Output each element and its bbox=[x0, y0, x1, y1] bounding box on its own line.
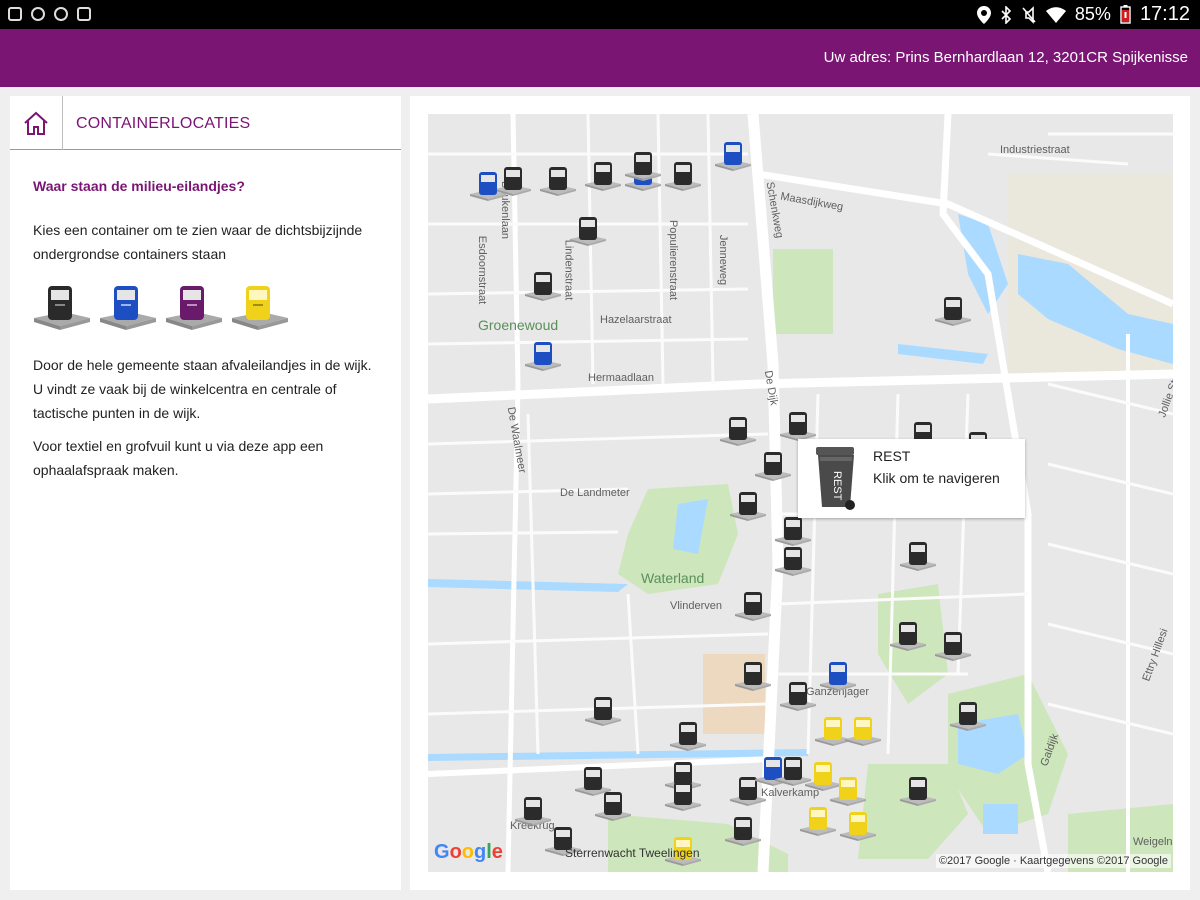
rest-marker-icon[interactable] bbox=[753, 444, 793, 484]
screenshot-icon bbox=[8, 7, 22, 21]
home-icon bbox=[24, 111, 48, 135]
rest-marker-icon[interactable] bbox=[733, 584, 773, 624]
rest-marker-icon[interactable] bbox=[583, 689, 623, 729]
container-type-chooser bbox=[32, 274, 290, 334]
clock: 17:12 bbox=[1139, 3, 1190, 25]
street-label: Hazelaarstraat bbox=[600, 314, 672, 326]
battery-icon bbox=[1120, 5, 1131, 24]
rest-marker-icon[interactable] bbox=[593, 784, 633, 824]
svg-text:REST: REST bbox=[831, 471, 843, 501]
rest-marker-icon[interactable] bbox=[888, 614, 928, 654]
battery-percentage: 85% bbox=[1074, 4, 1111, 24]
app-header: Uw adres: Prins Bernhardlaan 12, 3201CR … bbox=[0, 29, 1200, 87]
street-label: Weigeln bbox=[1133, 836, 1173, 848]
street-label: Hermaadlaan bbox=[588, 372, 655, 384]
mute-icon bbox=[1022, 5, 1036, 24]
rest-marker-icon[interactable] bbox=[933, 289, 973, 329]
map-view[interactable]: Industriestraat Maasdijkweg Schenkweg Po… bbox=[428, 114, 1173, 872]
plastic-container-icon[interactable] bbox=[164, 274, 224, 334]
area-label: Groenewoud bbox=[478, 317, 559, 333]
rest-marker-icon[interactable] bbox=[933, 624, 973, 664]
system-icons: 85% 17:12 bbox=[976, 3, 1190, 26]
textile-text: Voor textiel en grofvuil kunt u via deze… bbox=[33, 438, 324, 478]
user-address: Uw adres: Prins Bernhardlaan 12, 3201CR … bbox=[823, 49, 1188, 66]
glass-container-icon[interactable] bbox=[230, 274, 290, 334]
status-bar: 85% 17:12 bbox=[0, 0, 1200, 29]
paper-marker-icon[interactable] bbox=[468, 164, 508, 204]
rest-marker-icon[interactable] bbox=[733, 654, 773, 694]
google-logo: Google bbox=[434, 841, 503, 863]
bluetooth-icon bbox=[1001, 5, 1012, 24]
street-label: Jenneweg bbox=[717, 234, 730, 286]
infowindow-title: REST bbox=[873, 448, 911, 464]
paper-marker-icon[interactable] bbox=[523, 334, 563, 374]
panel-header: CONTAINERLOCATIES bbox=[10, 96, 401, 150]
map-panel: Industriestraat Maasdijkweg Schenkweg Po… bbox=[410, 96, 1190, 890]
marker-infowindow[interactable]: REST REST Klik om te navigeren bbox=[798, 439, 1025, 518]
section-heading: Waar staan de milieu-eilandjes? bbox=[33, 178, 245, 194]
glass-marker-icon[interactable] bbox=[798, 799, 838, 839]
rest-marker-icon[interactable] bbox=[773, 539, 813, 579]
rest-marker-icon[interactable] bbox=[778, 674, 818, 714]
location-icon bbox=[976, 5, 991, 24]
area-label: Waterland bbox=[641, 570, 705, 586]
page-title: CONTAINERLOCATIES bbox=[76, 115, 251, 132]
glass-marker-icon[interactable] bbox=[843, 709, 883, 749]
rest-bin-icon: REST bbox=[816, 447, 855, 510]
rest-marker-icon[interactable] bbox=[523, 264, 563, 304]
rest-container-icon[interactable] bbox=[32, 274, 92, 334]
rest-marker-icon[interactable] bbox=[898, 534, 938, 574]
gallery-icon bbox=[77, 7, 91, 21]
settings-icon bbox=[54, 7, 68, 21]
rest-marker-icon[interactable] bbox=[538, 159, 578, 199]
street-label: Populierenstraat bbox=[667, 219, 680, 301]
rest-marker-icon[interactable] bbox=[668, 714, 708, 754]
paper-marker-icon[interactable] bbox=[713, 134, 753, 174]
paper-container-icon[interactable] bbox=[98, 274, 158, 334]
glass-marker-icon[interactable] bbox=[838, 804, 878, 844]
street-label: De Landmeter bbox=[560, 487, 630, 499]
rest-marker-icon[interactable] bbox=[718, 409, 758, 449]
wifi-icon bbox=[1045, 6, 1066, 23]
infowindow-subtitle: Klik om te navigeren bbox=[873, 470, 1000, 486]
settings-icon bbox=[31, 7, 45, 21]
landmark-label: Sterrenwacht Tweelingen bbox=[565, 846, 700, 860]
rest-marker-icon[interactable] bbox=[728, 484, 768, 524]
rest-marker-icon[interactable] bbox=[663, 774, 703, 814]
street-label: Vlinderven bbox=[670, 600, 722, 612]
rest-marker-icon[interactable] bbox=[948, 694, 988, 734]
rest-marker-icon[interactable] bbox=[778, 404, 818, 444]
rest-marker-icon[interactable] bbox=[568, 209, 608, 249]
rest-marker-icon[interactable] bbox=[898, 769, 938, 809]
description-text: Door de hele gemeente staan afvaleilandj… bbox=[33, 357, 372, 421]
rest-marker-icon[interactable] bbox=[583, 154, 623, 194]
street-label: Industriestraat bbox=[1000, 144, 1070, 156]
rest-marker-icon[interactable] bbox=[723, 809, 763, 849]
home-button[interactable] bbox=[10, 96, 63, 150]
map-copyright: ©2017 Google · Kaartgegevens ©2017 Googl… bbox=[935, 854, 1171, 868]
notification-icons bbox=[8, 7, 91, 21]
rest-marker-icon[interactable] bbox=[623, 144, 663, 184]
street-label: Esdoornstraat bbox=[476, 235, 489, 305]
paper-marker-icon[interactable] bbox=[818, 654, 858, 694]
intro-text: Kies een container om te zien waar de di… bbox=[33, 222, 363, 262]
sidebar-panel: CONTAINERLOCATIES Waar staan de milieu-e… bbox=[10, 96, 401, 890]
rest-marker-icon[interactable] bbox=[663, 154, 703, 194]
